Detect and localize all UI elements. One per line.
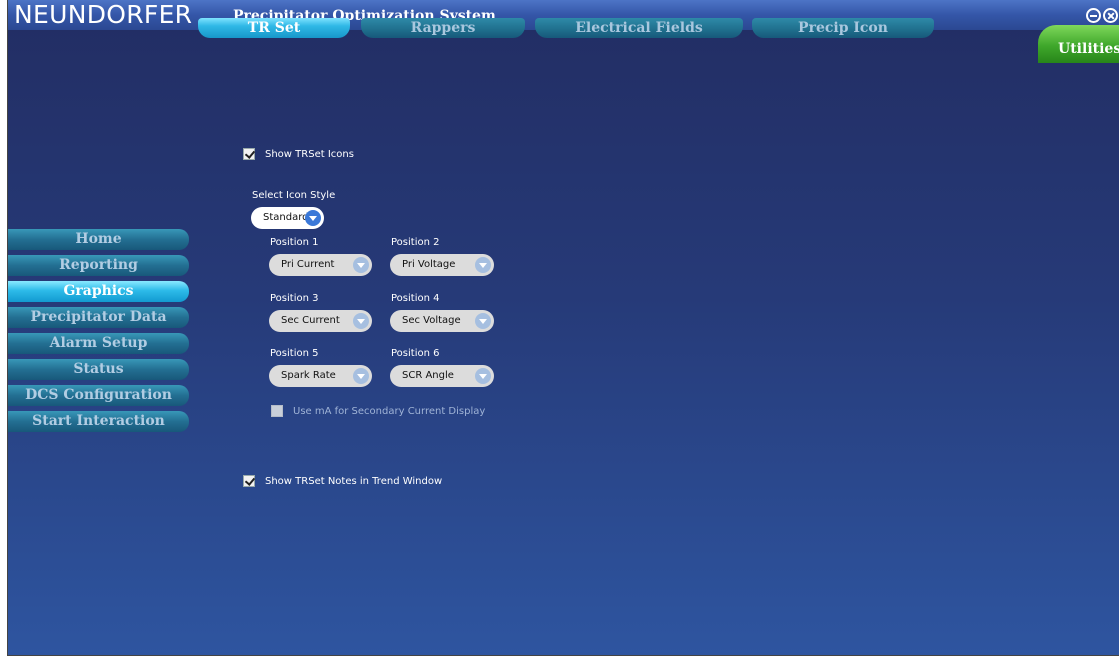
- position-2-label: Position 2: [391, 237, 440, 248]
- minimize-icon[interactable]: [1086, 8, 1101, 23]
- chevron-down-icon: [305, 210, 321, 226]
- position-4-label: Position 4: [391, 293, 440, 304]
- chevron-down-icon: [475, 368, 491, 384]
- sidebar-item-reporting[interactable]: Reporting: [8, 255, 189, 276]
- sidebar-item-graphics[interactable]: Graphics: [8, 281, 189, 302]
- icon-style-value: Standard: [263, 212, 309, 223]
- position-2-value: Pri Voltage: [402, 259, 456, 270]
- sidebar-item-precipitator-data[interactable]: Precipitator Data: [8, 307, 189, 328]
- sidebar-item-start-interaction[interactable]: Start Interaction: [8, 411, 189, 432]
- position-6-value: SCR Angle: [402, 370, 454, 381]
- sidebar-item-dcs-configuration[interactable]: DCS Configuration: [8, 385, 189, 406]
- position-6-select[interactable]: SCR Angle: [390, 365, 494, 387]
- position-1-label: Position 1: [270, 237, 319, 248]
- show-notes-checkbox[interactable]: [243, 475, 255, 487]
- position-5-value: Spark Rate: [281, 370, 336, 381]
- show-notes-label: Show TRSet Notes in Trend Window: [265, 476, 443, 487]
- use-ma-label: Use mA for Secondary Current Display: [293, 406, 486, 417]
- tab-tr-set[interactable]: TR Set: [198, 18, 350, 38]
- position-2-select[interactable]: Pri Voltage: [390, 254, 494, 276]
- sidebar-item-alarm-setup[interactable]: Alarm Setup: [8, 333, 189, 354]
- position-4-value: Sec Voltage: [402, 315, 461, 326]
- tab-precip-icon[interactable]: Precip Icon: [752, 18, 934, 38]
- chevron-down-icon: [353, 257, 369, 273]
- position-3-value: Sec Current: [281, 315, 340, 326]
- position-6-label: Position 6: [391, 348, 440, 359]
- chevron-down-icon: [475, 313, 491, 329]
- chevron-down-icon: [353, 368, 369, 384]
- tab-rappers[interactable]: Rappers: [361, 18, 525, 38]
- show-icons-checkbox[interactable]: [243, 148, 255, 160]
- use-ma-checkbox[interactable]: [271, 405, 283, 417]
- position-1-value: Pri Current: [281, 259, 335, 270]
- close-icon[interactable]: [1103, 8, 1118, 23]
- position-3-select[interactable]: Sec Current: [269, 310, 372, 332]
- brand-logo: NEUNDORFER: [14, 0, 193, 29]
- position-3-label: Position 3: [270, 293, 319, 304]
- chevron-down-icon: [475, 257, 491, 273]
- tab-utilities[interactable]: Utilities: [1038, 25, 1119, 63]
- show-icons-label: Show TRSet Icons: [265, 149, 354, 160]
- tab-electrical-fields[interactable]: Electrical Fields: [535, 18, 743, 38]
- position-1-select[interactable]: Pri Current: [269, 254, 372, 276]
- sidebar-item-status[interactable]: Status: [8, 359, 189, 380]
- position-4-select[interactable]: Sec Voltage: [390, 310, 494, 332]
- chevron-down-icon: [353, 313, 369, 329]
- position-5-label: Position 5: [270, 348, 319, 359]
- icon-style-select[interactable]: Standard: [251, 207, 324, 229]
- app-window: NEUNDORFER Precipitator Optimization Sys…: [7, 0, 1119, 656]
- position-5-select[interactable]: Spark Rate: [269, 365, 372, 387]
- icon-style-label: Select Icon Style: [252, 190, 336, 201]
- sidebar-item-home[interactable]: Home: [8, 229, 189, 250]
